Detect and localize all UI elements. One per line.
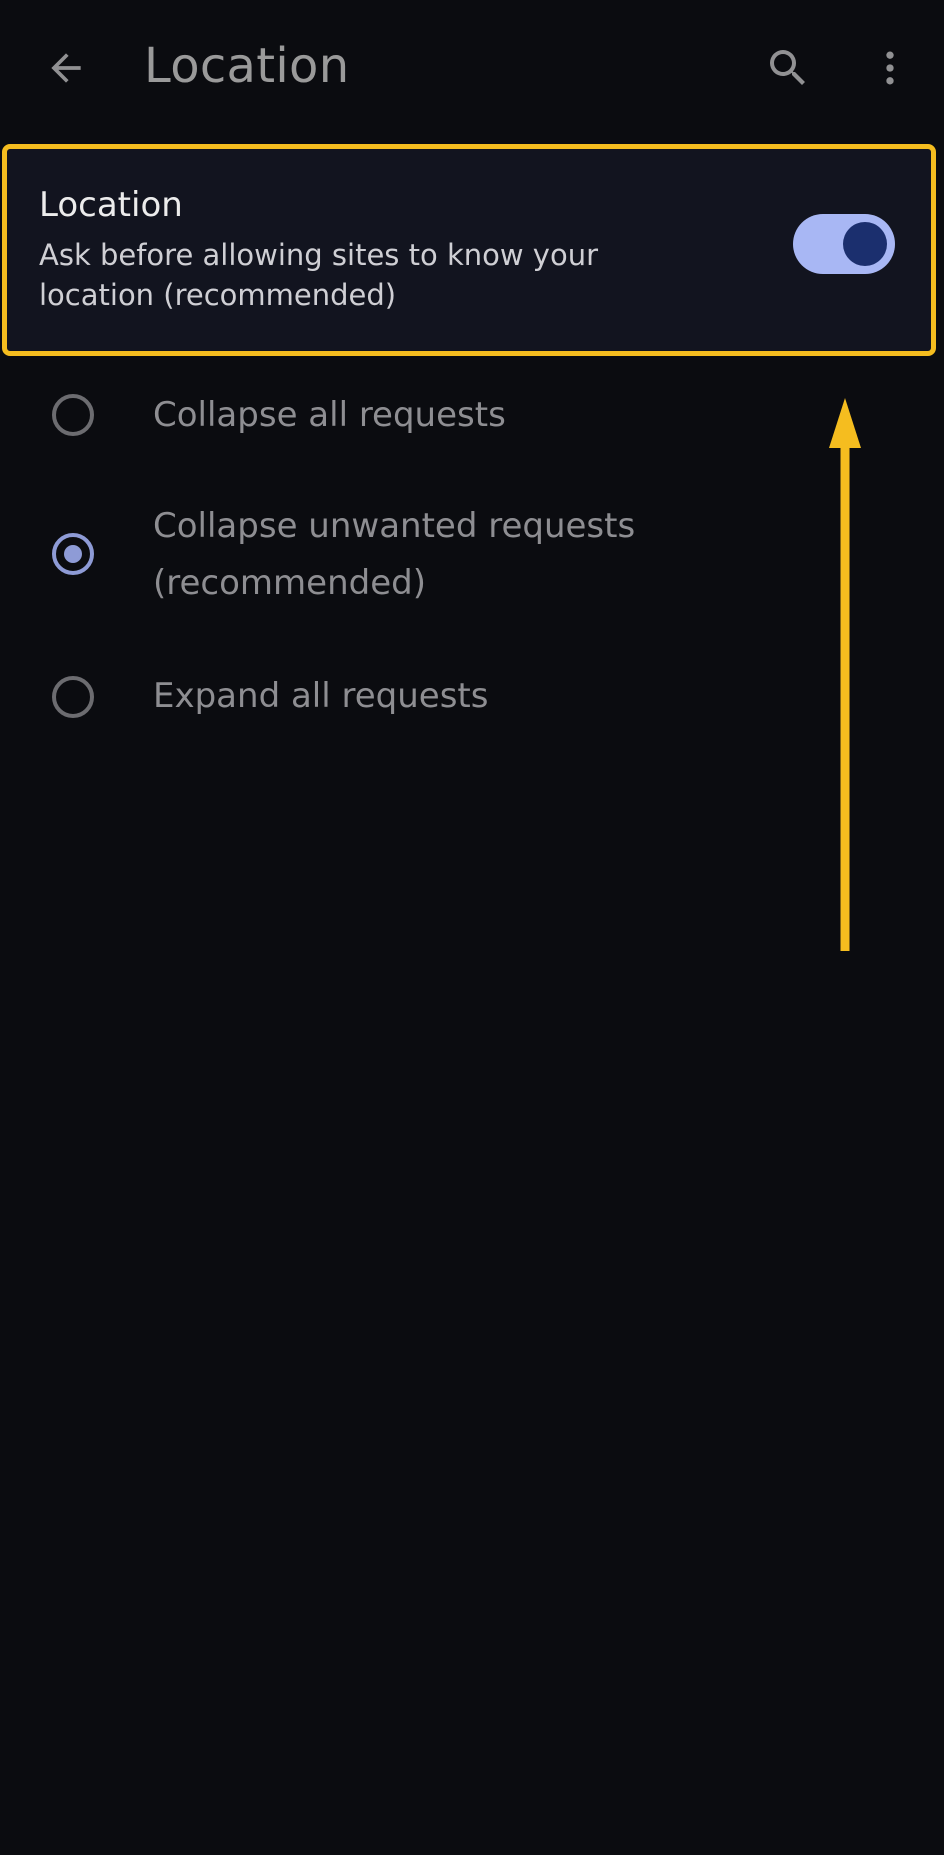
radio-button[interactable]	[52, 676, 94, 718]
option-collapse-unwanted[interactable]: Collapse unwanted requests (recommended)	[0, 498, 944, 620]
option-label: Collapse all requests	[153, 395, 506, 435]
arrow-up-icon	[829, 398, 861, 951]
location-setting-row[interactable]: Location Ask before allowing sites to kn…	[2, 144, 936, 356]
radio-dot	[64, 545, 82, 563]
more-options-button[interactable]	[862, 40, 918, 96]
option-label: Collapse unwanted requests (recommended)	[153, 506, 636, 603]
arrow-back-icon	[51, 53, 81, 83]
more-vert-icon	[886, 51, 894, 85]
option-expand-all[interactable]: Expand all requests	[0, 668, 944, 732]
back-button[interactable]	[38, 40, 94, 96]
option-label: Expand all requests	[153, 676, 489, 716]
app-bar: Location	[0, 0, 944, 140]
page-title: Location	[144, 38, 350, 94]
search-button[interactable]	[760, 40, 816, 96]
radio-button-selected[interactable]	[52, 533, 94, 575]
setting-title: Location	[39, 185, 183, 225]
radio-button[interactable]	[52, 394, 94, 436]
search-icon	[770, 50, 805, 85]
setting-description: Ask before allowing sites to know your l…	[39, 238, 599, 312]
toggle-knob	[843, 222, 887, 266]
location-toggle[interactable]	[793, 214, 895, 274]
option-collapse-all[interactable]: Collapse all requests	[0, 384, 944, 448]
